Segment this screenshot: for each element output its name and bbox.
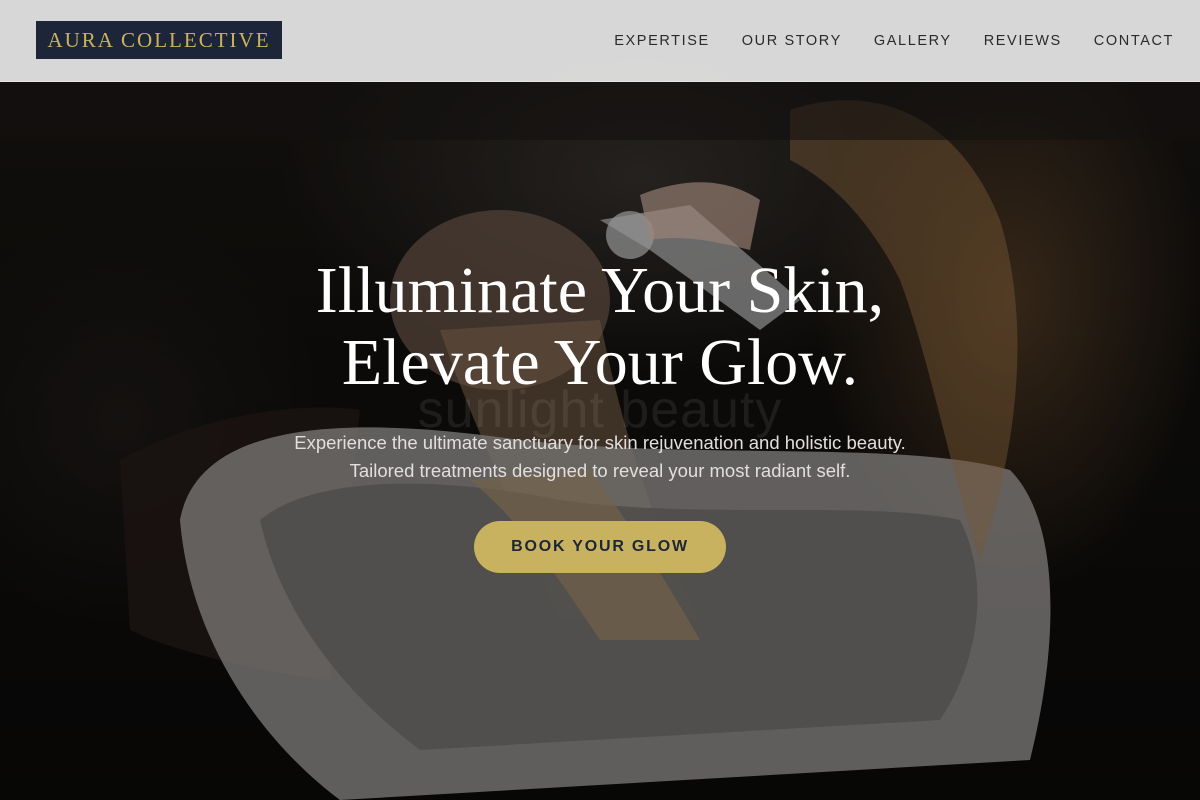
brand-logo[interactable]: AURA COLLECTIVE: [36, 21, 282, 59]
hero-title: Illuminate Your Skin, Elevate Your Glow.: [0, 255, 1200, 399]
hero-title-line-2: Elevate Your Glow.: [341, 326, 859, 399]
nav-link-reviews[interactable]: REVIEWS: [984, 33, 1062, 49]
hero-section: Illuminate Your Skin, Elevate Your Glow.…: [0, 255, 1200, 573]
hero-subtitle: Experience the ultimate sanctuary for sk…: [294, 432, 906, 481]
nav-link-contact[interactable]: CONTACT: [1094, 33, 1174, 49]
page: AURA COLLECTIVE EXPERTISE OUR STORY GALL…: [0, 0, 1200, 800]
main-nav: EXPERTISE OUR STORY GALLERY REVIEWS CONT…: [614, 0, 1174, 81]
hero-title-line-1: Illuminate Your Skin,: [315, 254, 885, 327]
book-your-glow-button[interactable]: BOOK YOUR GLOW: [474, 521, 726, 573]
nav-link-expertise[interactable]: EXPERTISE: [614, 33, 710, 49]
nav-link-our-story[interactable]: OUR STORY: [742, 33, 842, 49]
site-header: AURA COLLECTIVE EXPERTISE OUR STORY GALL…: [0, 0, 1200, 82]
nav-link-gallery[interactable]: GALLERY: [874, 33, 952, 49]
